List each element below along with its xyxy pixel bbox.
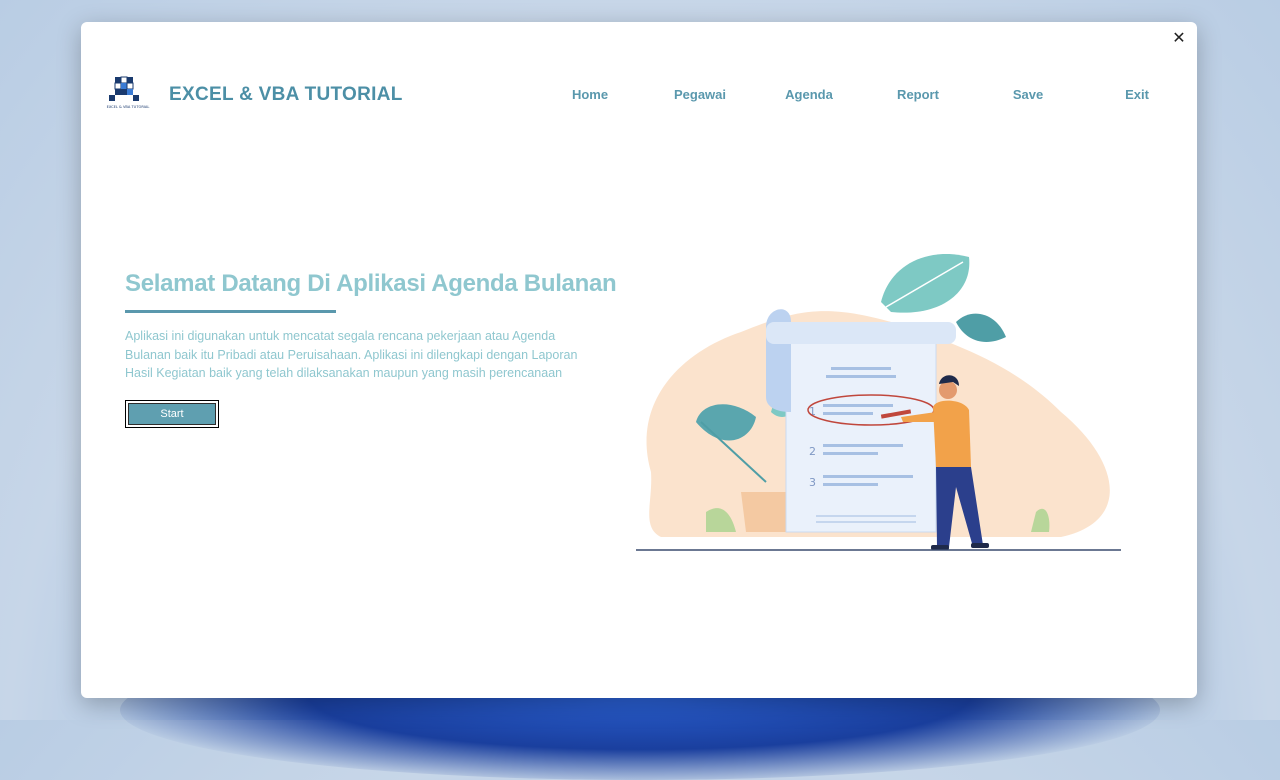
page-description: Aplikasi ini digunakan untuk mencatat se…	[125, 329, 578, 380]
nav-save[interactable]: Save	[1013, 87, 1043, 102]
list-number-3: 3	[809, 476, 816, 489]
nav-agenda[interactable]: Agenda	[785, 87, 833, 102]
page-title: Selamat Datang Di Aplikasi Agenda Bulana…	[125, 270, 617, 297]
close-icon[interactable]: ✕	[1167, 26, 1191, 50]
nav-pegawai[interactable]: Pegawai	[674, 87, 726, 102]
title-underline	[125, 310, 336, 313]
plant-pot	[741, 492, 791, 532]
nav-home[interactable]: Home	[572, 87, 608, 102]
leaf-right	[956, 313, 1006, 342]
agenda-illustration: 1 2 3	[636, 254, 1121, 551]
start-button-label: Start	[128, 403, 216, 425]
start-button[interactable]: Start	[125, 400, 219, 428]
app-window: ✕ EXCEL & VBA TUTORIAL EXCEL & VBA TUTOR…	[81, 22, 1197, 698]
list-number-2: 2	[809, 445, 816, 458]
nav-report[interactable]: Report	[897, 87, 939, 102]
top-nav: Home Pegawai Agenda Report Save Exit	[81, 87, 1197, 107]
nav-exit[interactable]: Exit	[1125, 87, 1149, 102]
paper-sheet	[785, 341, 937, 533]
